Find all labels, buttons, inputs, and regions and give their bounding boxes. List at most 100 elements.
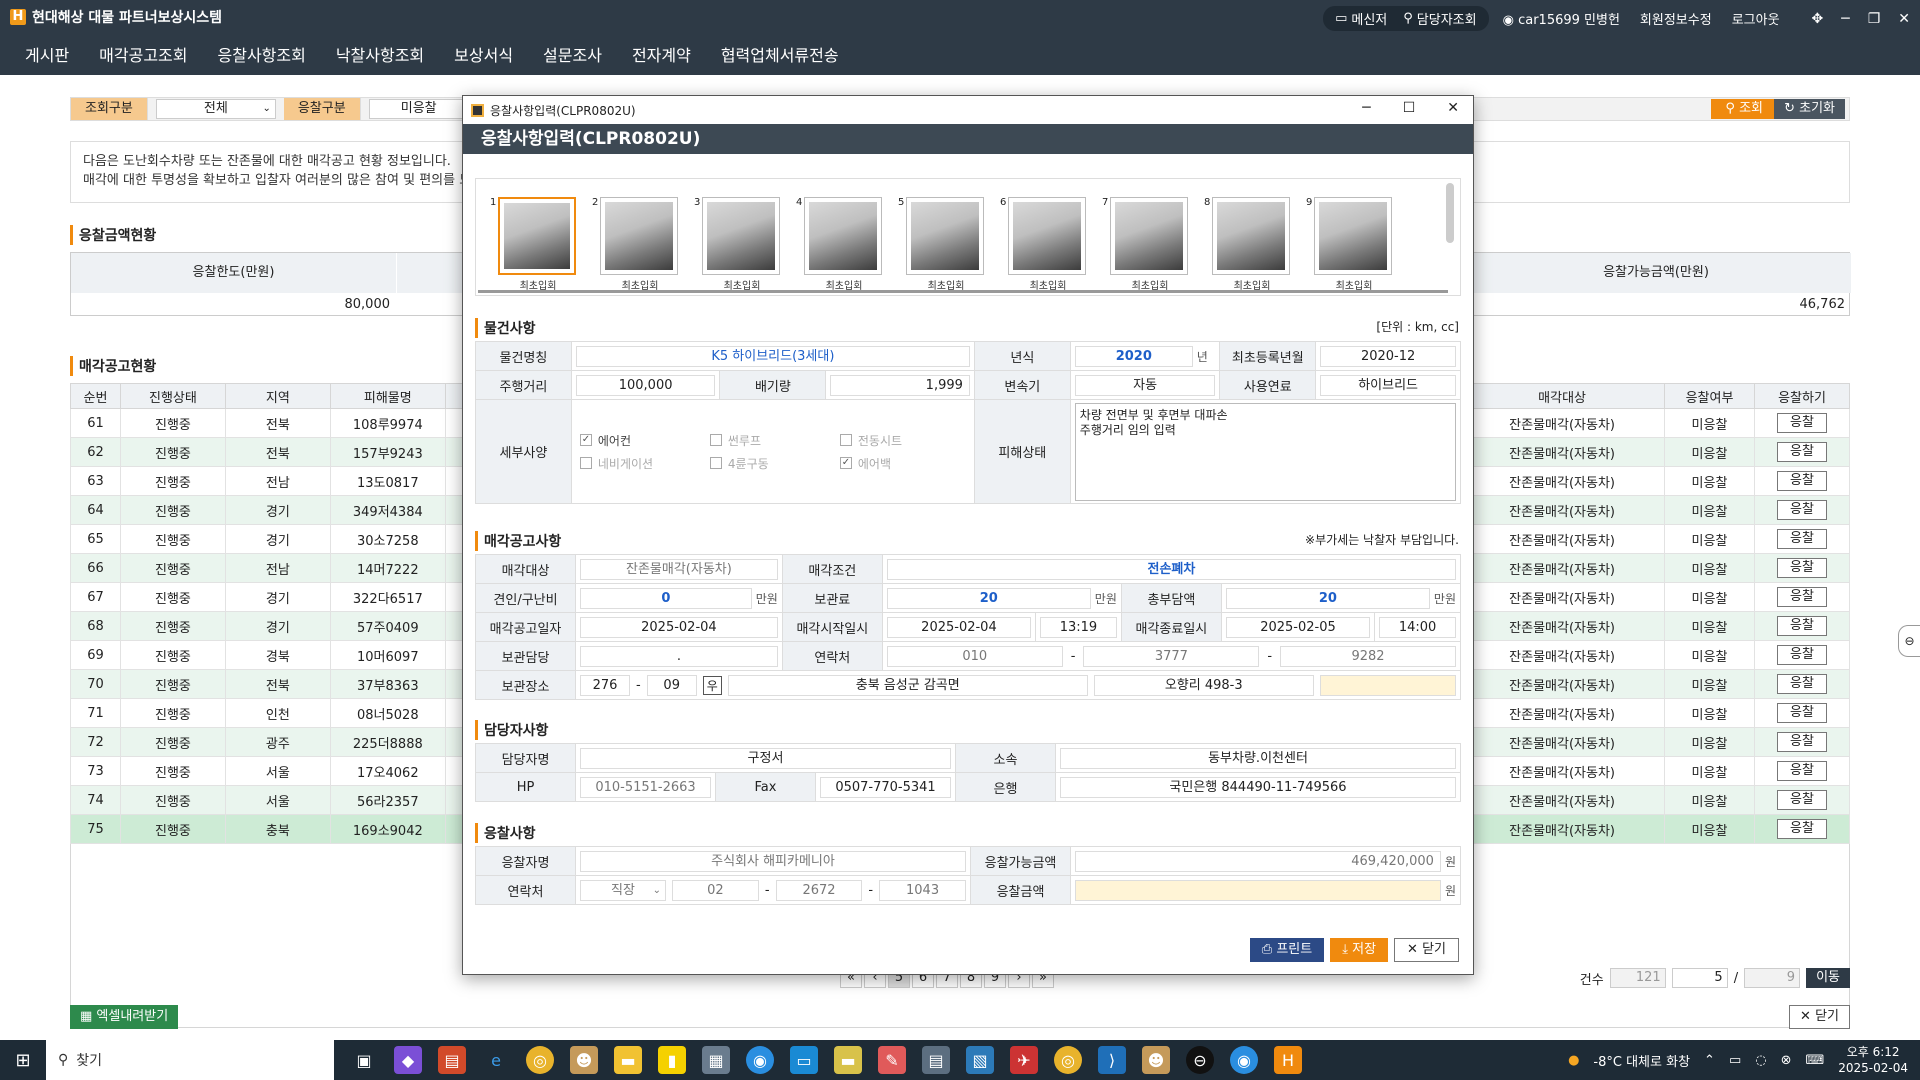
checkbox[interactable] (579, 457, 592, 469)
thumbnail[interactable]: 4 최초입회 (796, 197, 884, 292)
modal-minimize-icon[interactable]: ─ (1362, 100, 1370, 116)
thumbnail[interactable]: 9 최초입회 (1306, 197, 1394, 292)
calculator-icon[interactable]: ▦ (702, 1046, 730, 1074)
item-name-field[interactable]: K5 하이브리드(3세대) (575, 345, 970, 367)
copilot-icon[interactable]: ◆ (394, 1046, 422, 1074)
option-airbag[interactable]: ✓ 에어백 (839, 455, 970, 472)
keeper-field[interactable]: . (580, 645, 778, 667)
option-sunroof[interactable]: 썬루프 (709, 432, 840, 449)
chevron-up-icon[interactable]: ⌃ (1704, 1053, 1715, 1068)
minimize-icon[interactable]: ─ (1841, 11, 1849, 27)
print-button[interactable]: ⎙ 프린트 (1249, 938, 1325, 962)
hp-field[interactable]: 010-5151-2663 (580, 776, 711, 798)
thumbnail[interactable]: 2 최초입회 (592, 197, 680, 292)
checkbox[interactable] (839, 434, 852, 446)
zip-2[interactable]: 09 (646, 674, 697, 696)
bid-button[interactable]: 응찰 (1777, 529, 1827, 549)
checkbox[interactable] (709, 434, 722, 446)
edge-icon[interactable]: ◉ (746, 1046, 774, 1074)
bid-button[interactable]: 응찰 (1777, 645, 1827, 665)
sale-target-field[interactable]: 잔존물매각(자동차) (580, 558, 778, 580)
storage-fee-field[interactable]: 20 (886, 587, 1091, 609)
thumbnail[interactable]: 5 최초입회 (898, 197, 986, 292)
transmission-field[interactable]: 자동 (1074, 374, 1216, 396)
taskbar-search-input[interactable]: 찾기 (76, 1050, 102, 1070)
bid-button[interactable]: 응찰 (1777, 732, 1827, 752)
option-power-seat[interactable]: 전동시트 (839, 432, 970, 449)
bidder-contact-2[interactable]: 2672 (775, 879, 863, 901)
app-icon[interactable]: ✎ (878, 1046, 906, 1074)
zip-1[interactable]: 276 (580, 674, 630, 696)
zip-search-button[interactable]: 우 (702, 675, 722, 695)
app-icon[interactable]: ✈ (1010, 1046, 1038, 1074)
save-button[interactable]: ⤓ 저장 (1330, 938, 1389, 962)
notice-date-field[interactable]: 2025-02-04 (580, 616, 778, 638)
chrome-icon[interactable]: ◎ (526, 1046, 554, 1074)
nav-partner-docs[interactable]: 협력업체서류전송 (721, 40, 839, 68)
nav-sale-notice[interactable]: 매각공고조회 (99, 40, 187, 68)
chrome-icon[interactable]: ◎ (1054, 1046, 1082, 1074)
sale-start-date[interactable]: 2025-02-04 (886, 616, 1032, 638)
thumbnail[interactable]: 8 최초입회 (1204, 197, 1292, 292)
sale-start-time[interactable]: 13:19 (1040, 616, 1117, 638)
bid-button[interactable]: 응찰 (1777, 442, 1827, 462)
thumbnail[interactable]: 6 최초입회 (1000, 197, 1088, 292)
modal-maximize-icon[interactable]: ☐ (1403, 100, 1416, 116)
address-3[interactable] (1319, 674, 1456, 696)
fax-field[interactable]: 0507-770-5341 (820, 776, 951, 798)
ie-icon[interactable]: e (482, 1046, 510, 1074)
bid-button[interactable]: 응찰 (1777, 819, 1827, 839)
page-close-button[interactable]: ✕ 닫기 (1789, 1005, 1850, 1029)
thumbnail[interactable]: 3 최초입회 (694, 197, 782, 292)
bid-button[interactable]: 응찰 (1777, 761, 1827, 781)
sale-end-time[interactable]: 14:00 (1379, 616, 1456, 638)
search-type-select[interactable]: 전체 ⌄ (155, 99, 276, 119)
edit-member-link[interactable]: 회원정보수정 (1634, 9, 1718, 28)
app-icon[interactable]: ▧ (966, 1046, 994, 1074)
bidder-name-field[interactable]: 주식회사 해피카메니아 (580, 850, 966, 872)
keeper-contact-3[interactable]: 9282 (1280, 645, 1456, 667)
app-icon[interactable]: ▤ (438, 1046, 466, 1074)
app-icon[interactable]: ☻ (570, 1046, 598, 1074)
network-icon[interactable]: ◌ (1755, 1053, 1766, 1068)
bid-amount-input[interactable] (1075, 879, 1441, 901)
close-icon[interactable]: ✕ (1898, 11, 1910, 27)
file-explorer-icon[interactable]: ▬ (614, 1046, 642, 1074)
option-navigation[interactable]: 네비게이션 (579, 455, 710, 472)
checkbox[interactable]: ✓ (839, 457, 852, 469)
checkbox[interactable] (709, 457, 722, 469)
modal-close-icon[interactable]: ✕ (1447, 100, 1459, 116)
nav-comp-forms[interactable]: 보상서식 (454, 40, 513, 68)
thumbnail[interactable]: 7 최초입회 (1102, 197, 1190, 292)
task-view-icon[interactable]: ▣ (350, 1046, 378, 1074)
bid-type-select[interactable]: 미응찰 (368, 99, 469, 119)
reset-button[interactable]: ↻ 초기화 (1774, 99, 1845, 119)
app-icon[interactable]: ⊖ (1186, 1046, 1214, 1074)
bid-button[interactable]: 응찰 (1777, 558, 1827, 578)
keeper-contact-2[interactable]: 3777 (1083, 645, 1260, 667)
thumbnail[interactable]: 1 최초입회 (490, 197, 578, 292)
contact-type-select[interactable]: 직장 ⌄ (580, 879, 666, 901)
side-panel-tab[interactable]: ⊖ (1898, 625, 1920, 657)
restore-icon[interactable]: ❐ (1868, 11, 1881, 27)
vscode-icon[interactable]: ⟩ (1098, 1046, 1126, 1074)
fuel-field[interactable]: 하이브리드 (1320, 374, 1456, 396)
total-cost-field[interactable]: 20 (1225, 587, 1430, 609)
app-icon[interactable]: ▭ (790, 1046, 818, 1074)
bid-button[interactable]: 응찰 (1777, 471, 1827, 491)
nav-survey[interactable]: 설문조사 (543, 40, 602, 68)
nav-award-inquiry[interactable]: 낙찰사항조회 (336, 40, 424, 68)
mileage-field[interactable]: 100,000 (575, 374, 716, 396)
windows-start-icon[interactable]: ⊞ (0, 1040, 46, 1080)
weather-text[interactable]: -8°C 대체로 화창 (1593, 1051, 1690, 1070)
damage-textarea[interactable]: 차량 전면부 및 후면부 대파손 주행거리 임의 입력 (1074, 402, 1456, 501)
page-current-input[interactable]: 5 (1671, 968, 1728, 988)
address-1[interactable]: 충북 음성군 감곡면 (727, 674, 1088, 696)
app-icon[interactable]: ☻ (1142, 1046, 1170, 1074)
nav-board[interactable]: 게시판 (25, 40, 69, 68)
app-icon[interactable]: ▤ (922, 1046, 950, 1074)
bid-button[interactable]: 응찰 (1777, 674, 1827, 694)
go-button[interactable]: 이동 (1806, 968, 1850, 988)
modal-close-button[interactable]: ✕ 닫기 (1394, 938, 1459, 962)
checkbox[interactable]: ✓ (579, 434, 592, 446)
